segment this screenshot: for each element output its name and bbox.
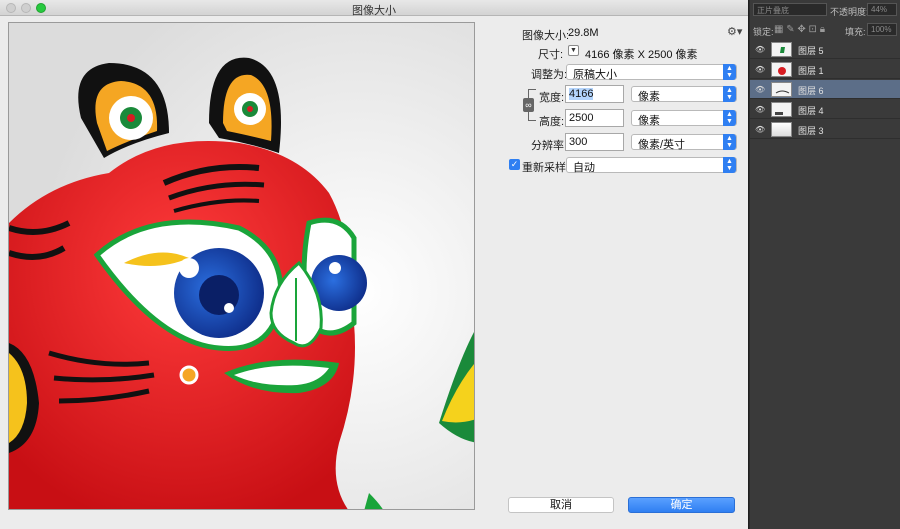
layer-thumbnail bbox=[771, 122, 792, 137]
eye-icon[interactable]: 👁︎ bbox=[755, 65, 765, 74]
layer-name: 图层 1 bbox=[798, 66, 824, 76]
dimensions-value: 4166 像素 X 2500 像素 bbox=[585, 49, 698, 61]
dialog-title: 图像大小 bbox=[352, 5, 396, 17]
image-size-value: 29.8M bbox=[568, 27, 599, 39]
fit-to-select[interactable]: 原稿大小 ▲ ▼ bbox=[566, 64, 737, 81]
layer-row[interactable]: 👁︎ 图层 4 bbox=[750, 100, 900, 119]
cancel-button[interactable]: 取消 bbox=[508, 497, 614, 513]
opacity-label: 不透明度: bbox=[830, 7, 869, 17]
layer-row-active[interactable]: 👁︎ 图层 6 bbox=[750, 80, 900, 99]
width-input[interactable]: 4166 bbox=[565, 85, 624, 103]
resample-checkbox[interactable]: ✓ bbox=[509, 159, 520, 170]
layer-thumbnail bbox=[771, 62, 792, 77]
eye-icon[interactable]: 👁︎ bbox=[755, 85, 765, 94]
eye-icon[interactable]: 👁︎ bbox=[755, 45, 765, 54]
chain-link-icon[interactable]: ∞ bbox=[523, 98, 534, 112]
fit-to-label: 调整为: bbox=[531, 69, 568, 81]
height-unit-select[interactable]: 像素 ▲ ▼ bbox=[631, 110, 737, 127]
gear-icon[interactable]: ⚙▾ bbox=[727, 25, 742, 38]
resolution-unit-value: 像素/英寸 bbox=[638, 139, 686, 151]
chevron-updown-icon: ▲ ▼ bbox=[723, 157, 736, 173]
tiger-toy-illustration bbox=[9, 23, 474, 509]
eye-icon[interactable]: 👁︎ bbox=[755, 105, 765, 114]
width-unit-value: 像素 bbox=[638, 91, 660, 103]
resample-value: 自动 bbox=[573, 162, 595, 174]
resolution-label: 分辨率: bbox=[531, 140, 568, 152]
width-unit-select[interactable]: 像素 ▲ ▼ bbox=[631, 86, 737, 103]
dimensions-label: 尺寸: bbox=[538, 49, 564, 61]
resample-select[interactable]: 自动 ▲ ▼ bbox=[566, 157, 737, 174]
layer-name: 图层 6 bbox=[798, 86, 824, 96]
fill-label: 填充: bbox=[845, 27, 866, 37]
resolution-unit-select[interactable]: 像素/英寸 ▲ ▼ bbox=[631, 134, 737, 151]
opacity-input[interactable]: 44% bbox=[867, 3, 897, 16]
image-size-dialog: 图像大小 图像大小: 29.8M ⚙▾ 尺寸: ▼ 4166 像素 X 2500… bbox=[0, 0, 749, 529]
resolution-input[interactable]: 300 bbox=[565, 133, 624, 151]
layer-name: 图层 3 bbox=[798, 126, 824, 136]
chevron-updown-icon: ▲ ▼ bbox=[723, 64, 736, 80]
layer-row[interactable]: 👁︎ 图层 5 bbox=[750, 40, 900, 59]
lock-label: 锁定: bbox=[753, 27, 774, 37]
layer-thumbnail bbox=[771, 42, 792, 57]
bracket-bottom bbox=[528, 120, 536, 121]
height-unit-value: 像素 bbox=[638, 115, 660, 127]
image-preview[interactable] bbox=[8, 22, 475, 510]
title-bar: 图像大小 bbox=[0, 0, 748, 17]
dimensions-unit-dropdown[interactable]: ▼ bbox=[568, 45, 579, 56]
layer-row[interactable]: 👁︎ 图层 1 bbox=[750, 60, 900, 79]
fit-to-value: 原稿大小 bbox=[573, 69, 617, 81]
layer-name: 图层 5 bbox=[798, 46, 824, 56]
blend-mode-select[interactable]: 正片叠底 bbox=[753, 3, 827, 16]
bracket-top bbox=[528, 89, 536, 90]
resample-label: 重新采样: bbox=[522, 162, 570, 174]
layers-panel: 正片叠底 不透明度: 44% 锁定: ▦ ✎ ✥ ⊡ 🔒︎ 填充: 100% 👁… bbox=[750, 0, 900, 529]
width-label: 宽度: bbox=[539, 92, 565, 104]
lock-icons[interactable]: ▦ ✎ ✥ ⊡ 🔒︎ bbox=[774, 24, 825, 35]
layer-thumbnail bbox=[771, 82, 792, 97]
height-label: 高度: bbox=[539, 116, 565, 128]
chevron-updown-icon: ▲ ▼ bbox=[723, 86, 736, 102]
layer-name: 图层 4 bbox=[798, 106, 824, 116]
fill-input[interactable]: 100% bbox=[867, 23, 897, 36]
image-size-label: 图像大小: bbox=[522, 30, 570, 42]
layer-thumbnail bbox=[771, 102, 792, 117]
height-input[interactable]: 2500 bbox=[565, 109, 624, 127]
chevron-updown-icon: ▲ ▼ bbox=[723, 134, 736, 150]
ok-button[interactable]: 确定 bbox=[628, 497, 735, 513]
chevron-updown-icon: ▲ ▼ bbox=[723, 110, 736, 126]
layer-row[interactable]: 👁︎ 图层 3 bbox=[750, 120, 900, 139]
eye-icon[interactable]: 👁︎ bbox=[755, 125, 765, 134]
